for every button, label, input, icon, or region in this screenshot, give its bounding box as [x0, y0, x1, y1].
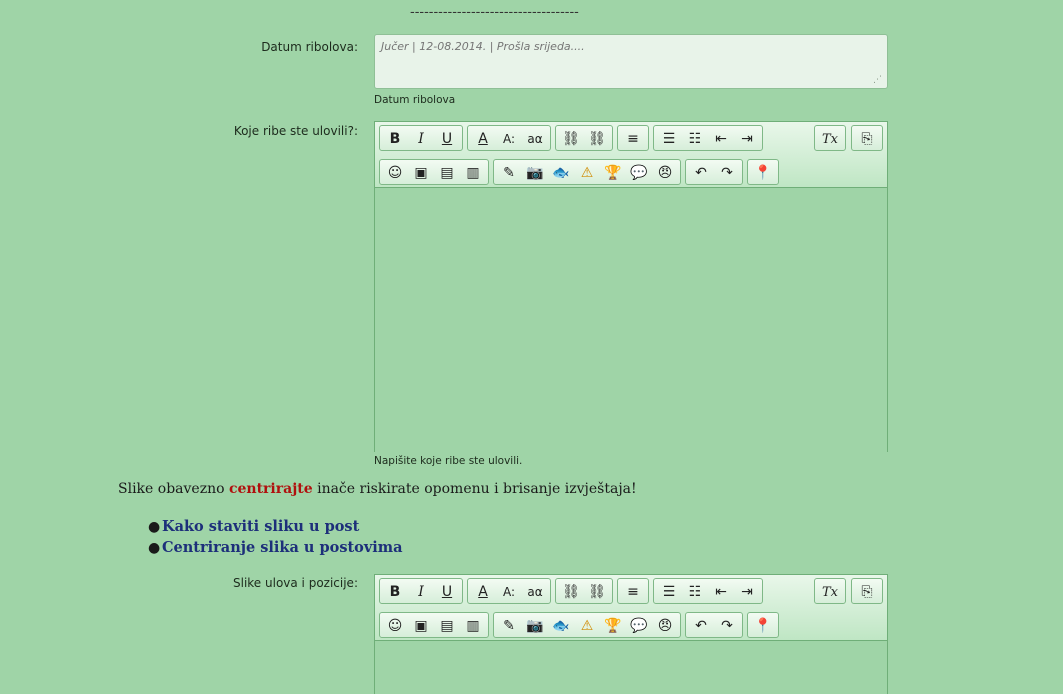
fish-icon[interactable]: 🐟 — [548, 614, 574, 638]
warning-icon[interactable]: ⚠ — [574, 161, 600, 185]
notice-after: inače riskirate opomenu i brisanje izvje… — [312, 481, 637, 497]
source-icon[interactable]: ⎘ — [854, 580, 880, 604]
align-icon[interactable]: ≡ — [620, 580, 646, 604]
bullet-icon: ● — [148, 539, 161, 556]
numbered-list-icon[interactable]: ☷ — [682, 580, 708, 604]
list-item: ● Kako staviti sliku u post — [148, 516, 403, 537]
image-icon[interactable]: ▣ — [408, 161, 434, 185]
trophy-icon[interactable]: 🏆 — [600, 161, 626, 185]
align-icon[interactable]: ≡ — [620, 127, 646, 151]
fish-editor: B I U A A: aα ⛓ ⛓ ≡ ☰ ☷ ⇤ ⇥ Tx ⎘ ☺ ▣ ▤ ▥… — [374, 121, 888, 452]
location-icon[interactable]: 📍 — [750, 161, 776, 185]
outdent-icon[interactable]: ⇤ — [708, 580, 734, 604]
gallery-icon[interactable]: ▤ — [434, 161, 460, 185]
font-color-button[interactable]: A — [470, 580, 496, 604]
font-family-button[interactable]: aα — [522, 127, 548, 151]
font-family-button[interactable]: aα — [522, 580, 548, 604]
images-editor: B I U A A: aα ⛓ ⛓ ≡ ☰ ☷ ⇤ ⇥ Tx ⎘ ☺ ▣ ▤ ▥… — [374, 574, 888, 694]
notice-before: Slike obavezno — [118, 481, 229, 497]
camera-icon[interactable]: 📷 — [522, 614, 548, 638]
editor-toolbar: B I U A A: aα ⛓ ⛓ ≡ ☰ ☷ ⇤ ⇥ Tx ⎘ ☺ ▣ ▤ ▥… — [375, 122, 887, 187]
images-field-label: Slike ulova i pozicije: — [233, 576, 358, 590]
undo-icon[interactable]: ↶ — [688, 614, 714, 638]
chat-icon[interactable]: 💬 — [626, 614, 652, 638]
smiley-icon[interactable]: ☺ — [382, 161, 408, 185]
font-size-button[interactable]: A: — [496, 580, 522, 604]
spoiler-icon[interactable]: ✎ — [496, 614, 522, 638]
unlink-icon[interactable]: ⛓ — [584, 580, 610, 604]
resize-grip-icon[interactable]: ⋰ — [873, 76, 885, 86]
smiley-icon[interactable]: ☺ — [382, 614, 408, 638]
underline-button[interactable]: U — [434, 127, 460, 151]
editor-toolbar: B I U A A: aα ⛓ ⛓ ≡ ☰ ☷ ⇤ ⇥ Tx ⎘ ☺ ▣ ▤ ▥… — [375, 575, 887, 640]
template-icon[interactable]: ▥ — [460, 614, 486, 638]
notice-text: Slike obavezno centrirajte inače riskira… — [118, 481, 637, 497]
undo-icon[interactable]: ↶ — [688, 161, 714, 185]
bullet-icon: ● — [148, 518, 161, 535]
date-input[interactable] — [374, 34, 888, 89]
spoiler-icon[interactable]: ✎ — [496, 161, 522, 185]
unlink-icon[interactable]: ⛓ — [584, 127, 610, 151]
location-icon[interactable]: 📍 — [750, 614, 776, 638]
font-size-button[interactable]: A: — [496, 127, 522, 151]
font-color-button[interactable]: A — [470, 127, 496, 151]
images-editor-content[interactable] — [375, 640, 887, 694]
bold-button[interactable]: B — [382, 127, 408, 151]
bullet-list-icon[interactable]: ☰ — [656, 580, 682, 604]
gallery-icon[interactable]: ▤ — [434, 614, 460, 638]
date-field-label: Datum ribolova: — [261, 40, 358, 54]
italic-button[interactable]: I — [408, 580, 434, 604]
redo-icon[interactable]: ↷ — [714, 614, 740, 638]
indent-icon[interactable]: ⇥ — [734, 580, 760, 604]
link-icon[interactable]: ⛓ — [558, 580, 584, 604]
italic-button[interactable]: I — [408, 127, 434, 151]
outdent-icon[interactable]: ⇤ — [708, 127, 734, 151]
indent-icon[interactable]: ⇥ — [734, 127, 760, 151]
angry-emoji-icon[interactable]: 😠 — [652, 161, 678, 185]
underline-button[interactable]: U — [434, 580, 460, 604]
redo-icon[interactable]: ↷ — [714, 161, 740, 185]
bullet-list-icon[interactable]: ☰ — [656, 127, 682, 151]
fish-field-hint: Napišite koje ribe ste ulovili. — [374, 455, 523, 467]
camera-icon[interactable]: 📷 — [522, 161, 548, 185]
help-link-images[interactable]: Kako staviti sliku u post — [162, 518, 359, 535]
source-icon[interactable]: ⎘ — [854, 127, 880, 151]
numbered-list-icon[interactable]: ☷ — [682, 127, 708, 151]
image-icon[interactable]: ▣ — [408, 614, 434, 638]
date-field-hint: Datum ribolova — [374, 94, 456, 106]
notice-highlight: centrirajte — [228, 481, 313, 497]
warning-icon[interactable]: ⚠ — [574, 614, 600, 638]
remove-format-icon[interactable]: Tx — [817, 127, 843, 151]
separator: ------------------------------------ — [410, 5, 579, 20]
bold-button[interactable]: B — [382, 580, 408, 604]
link-icon[interactable]: ⛓ — [558, 127, 584, 151]
help-links-list: ● Kako staviti sliku u post ● Centriranje … — [148, 516, 403, 558]
template-icon[interactable]: ▥ — [460, 161, 486, 185]
angry-emoji-icon[interactable]: 😠 — [652, 614, 678, 638]
help-link-centering[interactable]: Centriranje slika u postovima — [162, 539, 403, 556]
chat-icon[interactable]: 💬 — [626, 161, 652, 185]
fish-icon[interactable]: 🐟 — [548, 161, 574, 185]
fish-editor-content[interactable] — [375, 187, 887, 452]
list-item: ● Centriranje slika u postovima — [148, 537, 403, 558]
fish-field-label: Koje ribe ste ulovili?: — [233, 124, 358, 138]
trophy-icon[interactable]: 🏆 — [600, 614, 626, 638]
remove-format-icon[interactable]: Tx — [817, 580, 843, 604]
